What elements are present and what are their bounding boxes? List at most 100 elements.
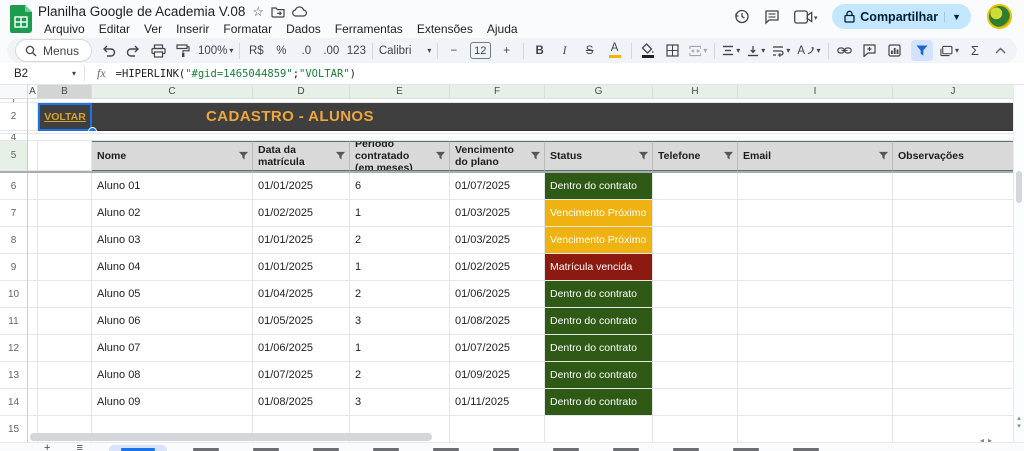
text-wrap-button[interactable]: ▾: [772, 40, 790, 61]
cell-periodo[interactable]: 1: [350, 200, 450, 227]
search-menus-button[interactable]: Menus: [15, 39, 92, 62]
cell-data-matricula[interactable]: 01/07/2025: [253, 362, 350, 389]
sheets-logo-icon[interactable]: [10, 5, 32, 38]
cell-data-matricula[interactable]: 01/04/2025: [253, 281, 350, 308]
star-icon[interactable]: ☆: [252, 5, 264, 18]
row-number[interactable]: 10: [0, 281, 28, 308]
cell-data-matricula[interactable]: 01/01/2025: [253, 254, 350, 281]
paint-format-button[interactable]: [174, 40, 192, 61]
column-header-H[interactable]: H: [653, 85, 738, 99]
cell-status[interactable]: Dentro do contrato: [545, 308, 653, 335]
cell-telefone[interactable]: [653, 173, 738, 200]
row-number[interactable]: 12: [0, 335, 28, 362]
cell-status[interactable]: Dentro do contrato: [545, 173, 653, 200]
row-number[interactable]: 9: [0, 254, 28, 281]
cell-telefone[interactable]: [653, 308, 738, 335]
active-sheet-tab[interactable]: [109, 445, 167, 451]
cell-periodo[interactable]: 2: [350, 362, 450, 389]
cell-telefone[interactable]: [653, 227, 738, 254]
italic-button[interactable]: I: [556, 40, 574, 61]
decrease-decimals-button[interactable]: .0: [297, 40, 315, 61]
header-status[interactable]: Status: [545, 141, 653, 171]
cell-vencimento[interactable]: 01/02/2025: [450, 254, 545, 281]
cell-email[interactable]: [738, 362, 893, 389]
decrease-font-size-button[interactable]: −: [445, 40, 463, 61]
cloud-status-icon[interactable]: [292, 6, 307, 17]
cell-nome[interactable]: Aluno 04: [92, 254, 253, 281]
menu-formatar[interactable]: Formatar: [217, 21, 278, 37]
text-rotation-button[interactable]: A▾: [797, 40, 820, 61]
cell-data-matricula[interactable]: 01/08/2025: [253, 389, 350, 416]
header-nome[interactable]: Nome: [92, 141, 253, 171]
cell-nome[interactable]: Aluno 05: [92, 281, 253, 308]
cell-data-matricula[interactable]: 01/05/2025: [253, 308, 350, 335]
strikethrough-button[interactable]: S: [581, 40, 599, 61]
vertical-align-button[interactable]: ▾: [747, 40, 765, 61]
cell-email[interactable]: [738, 227, 893, 254]
cell-email[interactable]: [738, 335, 893, 362]
cell-email[interactable]: [738, 389, 893, 416]
row-number[interactable]: 13: [0, 362, 28, 389]
cell-vencimento[interactable]: 01/03/2025: [450, 200, 545, 227]
row-number[interactable]: 14: [0, 389, 28, 416]
create-filter-button[interactable]: [911, 40, 934, 61]
account-avatar[interactable]: [987, 4, 1012, 29]
borders-button[interactable]: [664, 40, 682, 61]
cell-data-matricula[interactable]: 01/06/2025: [253, 335, 350, 362]
cell-status[interactable]: Dentro do contrato: [545, 335, 653, 362]
column-header-G[interactable]: G: [545, 85, 653, 99]
redo-button[interactable]: [124, 40, 142, 61]
share-button[interactable]: Compartilhar ▼: [832, 4, 971, 29]
fill-color-button[interactable]: [639, 40, 657, 61]
version-history-icon[interactable]: [733, 8, 750, 25]
move-folder-icon[interactable]: [271, 6, 285, 18]
cell-email[interactable]: [738, 281, 893, 308]
cell-periodo[interactable]: 2: [350, 281, 450, 308]
cell-telefone[interactable]: [653, 362, 738, 389]
header-data-matricula[interactable]: Data da matrícula: [253, 141, 350, 171]
column-header-C[interactable]: C: [92, 85, 253, 99]
voltar-link-cell[interactable]: VOLTAR: [38, 103, 92, 131]
cell-observacoes[interactable]: [893, 227, 1014, 254]
menu-dados[interactable]: Dados: [280, 21, 327, 37]
undo-button[interactable]: [99, 40, 117, 61]
cell-vencimento[interactable]: 01/07/2025: [450, 335, 545, 362]
cell-nome[interactable]: Aluno 09: [92, 389, 253, 416]
header-email[interactable]: Email: [738, 141, 893, 171]
cell-data-matricula[interactable]: 01/01/2025: [253, 227, 350, 254]
cell-nome[interactable]: Aluno 02: [92, 200, 253, 227]
cell-data-matricula[interactable]: 01/02/2025: [253, 200, 350, 227]
cell-email[interactable]: [738, 308, 893, 335]
menu-ver[interactable]: Ver: [138, 21, 168, 37]
cell-observacoes[interactable]: [893, 173, 1014, 200]
vertical-scrollbar-thumb[interactable]: [1016, 171, 1022, 203]
increase-decimals-button[interactable]: .00: [322, 40, 340, 61]
cell-telefone[interactable]: [653, 281, 738, 308]
increase-font-size-button[interactable]: +: [498, 40, 516, 61]
share-dropdown-caret[interactable]: ▼: [944, 12, 967, 22]
row-number[interactable]: 11: [0, 308, 28, 335]
cell-observacoes[interactable]: [893, 308, 1014, 335]
cell-periodo[interactable]: 3: [350, 389, 450, 416]
cell-status[interactable]: Dentro do contrato: [545, 281, 653, 308]
cell-vencimento[interactable]: 01/03/2025: [450, 227, 545, 254]
cell-telefone[interactable]: [653, 335, 738, 362]
filter-views-button[interactable]: ▾: [940, 40, 959, 61]
cell-nome[interactable]: Aluno 07: [92, 335, 253, 362]
cell-nome[interactable]: Aluno 08: [92, 362, 253, 389]
cell-observacoes[interactable]: [893, 389, 1014, 416]
name-box[interactable]: B2▾: [0, 68, 84, 80]
menu-arquivo[interactable]: Arquivo: [38, 21, 91, 37]
column-header-F[interactable]: F: [450, 85, 545, 99]
cell-observacoes[interactable]: [893, 362, 1014, 389]
menu-ajuda[interactable]: Ajuda: [481, 21, 524, 37]
column-header-B[interactable]: B: [38, 85, 92, 99]
cell-email[interactable]: [738, 254, 893, 281]
menu-inserir[interactable]: Inserir: [170, 21, 215, 37]
cell-nome[interactable]: Aluno 01: [92, 173, 253, 200]
cell-status[interactable]: Matrícula vencida: [545, 254, 653, 281]
print-button[interactable]: [149, 40, 167, 61]
cell-periodo[interactable]: 6: [350, 173, 450, 200]
header-periodo[interactable]: Período contratado (em meses): [350, 141, 450, 171]
insert-comment-button[interactable]: [861, 40, 879, 61]
